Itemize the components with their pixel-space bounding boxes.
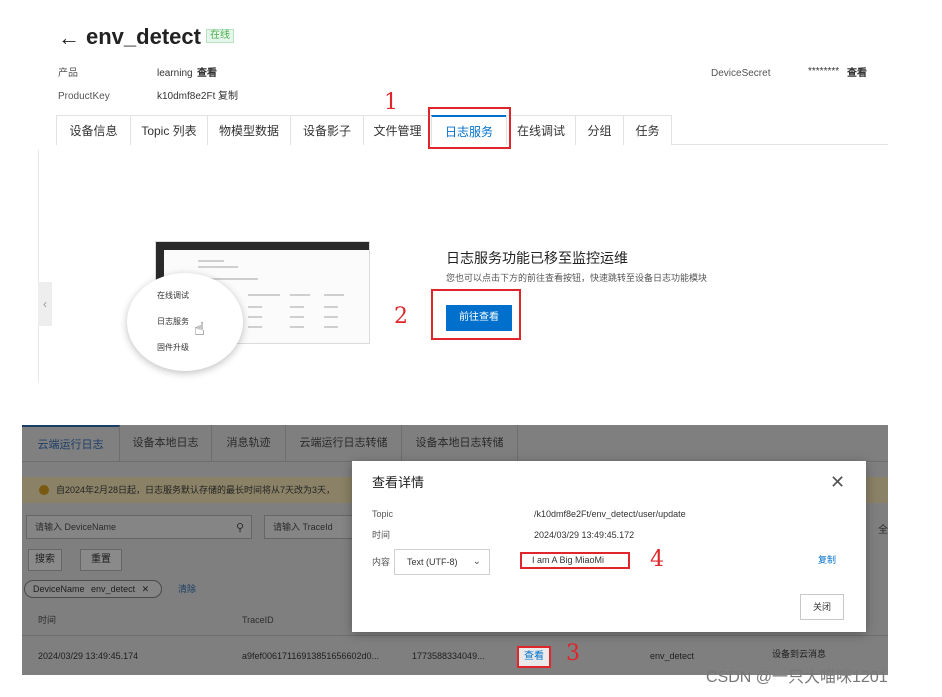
device-detail-panel: ← env_detect 在线 产品 learning 查看 ProductKe… — [0, 0, 942, 395]
copy-link[interactable]: 复制 — [818, 555, 836, 566]
log-tab-message-trace[interactable]: 消息轨迹 — [212, 425, 286, 461]
log-tab-device-local[interactable]: 设备本地日志 — [120, 425, 212, 461]
tab-task[interactable]: 任务 — [623, 115, 672, 145]
topic-value: /k10dmf8e2Ft/env_detect/user/update — [534, 509, 686, 519]
tab-device-shadow[interactable]: 设备影子 — [290, 115, 363, 145]
watermark: CSDN @一只大喵咪1201 — [706, 669, 888, 686]
column-header-time: 时间 — [38, 615, 57, 625]
devicesecret-view-link[interactable]: 查看 — [847, 68, 867, 80]
log-tab-cloud-dump[interactable]: 云端运行日志转储 — [286, 425, 402, 461]
back-arrow-icon[interactable]: ← — [58, 26, 80, 50]
panel-divider — [38, 150, 39, 382]
row-traceid: a9fef00617116913851656602d0... — [242, 651, 379, 661]
annotation-number-2: 2 — [394, 304, 408, 329]
tab-file-management[interactable]: 文件管理 — [363, 115, 431, 145]
illustration-menu-log-service: 日志服务 — [157, 317, 189, 326]
chevron-left-icon[interactable]: ‹ — [38, 282, 52, 326]
row-device-name: env_detect — [650, 651, 695, 661]
message-content: I am A Big MiaoMi — [520, 552, 630, 569]
traceid-search-input[interactable]: 请输入 TraceId — [264, 515, 364, 539]
row-message-type: 设备到云消息 — [772, 649, 827, 659]
illustration-topbar — [156, 242, 369, 250]
row-view-button[interactable]: 查看 — [517, 646, 551, 668]
log-tab-cloud-runtime[interactable]: 云端运行日志 — [22, 425, 120, 461]
row-message-id: 1773588334049... — [412, 651, 485, 661]
moved-notice-subtitle: 您也可以点击下方的前往查看按钮，快速跳转至设备日志功能模块 — [446, 273, 708, 283]
clear-filter-link[interactable]: 清除 — [178, 584, 196, 595]
modal-title: 查看详情 — [372, 475, 425, 490]
column-header-traceid: TraceID — [242, 615, 274, 625]
encoding-select[interactable]: Text (UTF-8) ⌄ — [394, 549, 490, 575]
log-tab-device-dump[interactable]: 设备本地日志转储 — [402, 425, 518, 461]
tab-group[interactable]: 分组 — [575, 115, 623, 145]
devicesecret-value: ******** — [808, 66, 840, 77]
filter-tag-label: DeviceName — [33, 584, 85, 594]
modal-close-button[interactable]: 关闭 — [800, 594, 844, 620]
row-time: 2024/03/29 13:49:45.174 — [38, 651, 139, 661]
annotation-number-3: 3 — [566, 641, 580, 666]
online-status-badge: 在线 — [206, 29, 234, 43]
illustration-menu-firmware: 固件升级 — [157, 343, 189, 352]
tab-device-info[interactable]: 设备信息 — [56, 115, 130, 145]
time-value: 2024/03/29 13:49:45.172 — [534, 530, 635, 540]
topic-label: Topic — [372, 509, 394, 519]
table-header-divider — [22, 635, 888, 636]
close-icon[interactable]: ✕ — [830, 473, 845, 491]
warning-icon — [39, 485, 49, 495]
illustration-menu-online-debug: 在线调试 — [157, 291, 189, 300]
devicename-search-input[interactable]: 请输入 DeviceName — [26, 515, 252, 539]
productkey-value: k10dmf8e2Ft — [157, 91, 216, 102]
detail-modal: 查看详情 ✕ Topic /k10dmf8e2Ft/env_detect/use… — [352, 461, 866, 632]
device-name-title: env_detect — [86, 24, 201, 49]
filter-tag: DeviceName env_detect ✕ — [24, 580, 163, 598]
content-label: 内容 — [372, 557, 391, 567]
filter-remove-icon[interactable]: ✕ — [142, 584, 150, 594]
truncated-control[interactable]: 全 — [878, 521, 888, 536]
search-icon[interactable]: ⚲ — [236, 521, 244, 534]
filter-tag-value: env_detect — [91, 584, 136, 594]
productkey-label: ProductKey — [58, 91, 110, 102]
annotation-number-4: 4 — [650, 547, 664, 572]
highlight-box-goto-button — [431, 289, 521, 340]
search-button[interactable]: 搜索 — [28, 549, 62, 571]
tab-thing-model-data[interactable]: 物模型数据 — [207, 115, 290, 145]
tab-online-debug[interactable]: 在线调试 — [506, 115, 575, 145]
productkey-copy-link[interactable]: 复制 — [218, 91, 238, 103]
encoding-select-value: Text (UTF-8) — [407, 557, 458, 567]
chevron-down-icon: ⌄ — [472, 556, 481, 567]
reset-button[interactable]: 重置 — [80, 549, 122, 571]
product-value: learning — [157, 68, 193, 79]
product-view-link[interactable]: 查看 — [197, 68, 217, 80]
devicesecret-label: DeviceSecret — [711, 68, 771, 79]
tab-topic-list[interactable]: Topic 列表 — [130, 115, 207, 145]
hand-pointer-icon: ☝ — [194, 319, 205, 339]
highlight-box-log-tab — [428, 107, 511, 149]
annotation-number-1: 1 — [384, 90, 398, 115]
notice-text: 自2024年2月28日起，日志服务默认存储的最长时间将从7天改为3天， — [56, 485, 336, 495]
time-label: 时间 — [372, 530, 391, 540]
menu-magnifier-circle: 在线调试 日志服务 固件升级 ☝ — [127, 273, 243, 371]
moved-notice-title: 日志服务功能已移至监控运维 — [446, 250, 628, 266]
product-label: 产品 — [58, 68, 78, 79]
